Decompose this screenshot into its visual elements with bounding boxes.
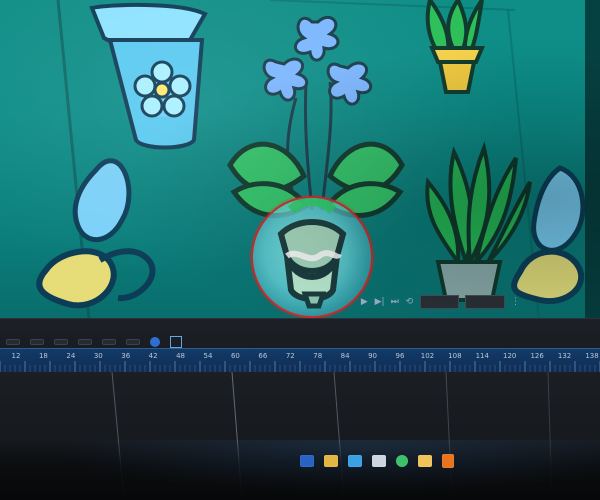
potted-plant-top-right-icon (425, 0, 486, 94)
ruler-number: 84 (340, 352, 350, 360)
ruler-number: 96 (395, 352, 405, 360)
mail-icon[interactable] (372, 455, 386, 467)
canvas-edge-shadow (585, 0, 600, 330)
ruler-number: 132 (557, 352, 572, 360)
pot-highlight-icon (277, 198, 347, 309)
ruler-number: 42 (148, 352, 158, 360)
fps-field[interactable] (465, 295, 505, 309)
transport-controls: ▶ ▶| ⏭ ⟲ ⋮ (360, 292, 520, 312)
ruler-number: 66 (258, 352, 268, 360)
ruler-number: 114 (475, 352, 489, 360)
ruler-number: 18 (38, 352, 48, 360)
plant-pot-top-left-icon (89, 2, 208, 150)
settings-icon[interactable]: ⋮ (511, 297, 520, 307)
ruler-number: 108 (448, 352, 462, 360)
timeline-tool-6[interactable] (126, 339, 140, 345)
screen: ▶ ▶| ⏭ ⟲ ⋮ 12 18 24 30 36 42 48 54 60 66 72 78 84 90 9… (0, 0, 600, 500)
ruler-number: 60 (230, 352, 240, 360)
ruler-number-row: 12 18 24 30 36 42 48 54 60 66 72 78 84 90 96 102 108 114 1… (0, 352, 600, 364)
next-frame-icon[interactable]: ▶| (375, 297, 385, 307)
ruler-number: 54 (203, 352, 213, 360)
taskbar (0, 440, 600, 500)
check-icon (170, 336, 182, 348)
ruler-number: 126 (530, 352, 544, 360)
orchid-plant-icon (227, 15, 405, 218)
taskbar-icons (300, 454, 454, 468)
canvas-stage[interactable]: ▶ ▶| ⏭ ⟲ ⋮ (0, 0, 600, 330)
ruler-number: 90 (368, 352, 378, 360)
ruler-number: 30 (93, 352, 103, 360)
ruler-number: 36 (121, 352, 131, 360)
chat-icon[interactable] (396, 455, 408, 467)
edge-icon[interactable] (348, 455, 362, 467)
loop-icon[interactable]: ⟲ (405, 297, 414, 307)
scissors-left-icon (36, 158, 156, 309)
ruler-number: 12 (11, 352, 21, 360)
frame-field[interactable] (419, 295, 460, 309)
end-icon[interactable]: ⏭ (391, 297, 400, 307)
timeline-tool-3[interactable] (54, 339, 68, 345)
ruler-number: 24 (66, 352, 76, 360)
ruler-number: 72 (285, 352, 295, 360)
timeline-tool-5[interactable] (102, 339, 116, 345)
time-ruler[interactable]: 12 18 24 30 36 42 48 54 60 66 72 78 84 90 96 102 108 114 1… (0, 348, 600, 374)
ruler-number: 120 (503, 352, 517, 360)
app-icon[interactable] (418, 455, 432, 467)
ruler-number: 102 (420, 352, 435, 360)
orange-app-icon[interactable] (442, 454, 454, 468)
ruler-number: 78 (313, 352, 323, 360)
explorer-icon[interactable] (324, 455, 338, 467)
windows-icon[interactable] (300, 455, 314, 467)
timeline-tool-4[interactable] (78, 339, 92, 345)
ruler-number: 138 (585, 352, 599, 360)
timeline-tool-2[interactable] (30, 339, 44, 345)
blue-dot-icon (150, 337, 160, 347)
ruler-number: 48 (176, 352, 186, 360)
focus-highlight-circle (251, 196, 373, 318)
timeline-tool-1[interactable] (6, 339, 20, 345)
focus-highlight-content (253, 198, 371, 316)
play-icon[interactable]: ▶ (360, 297, 369, 307)
